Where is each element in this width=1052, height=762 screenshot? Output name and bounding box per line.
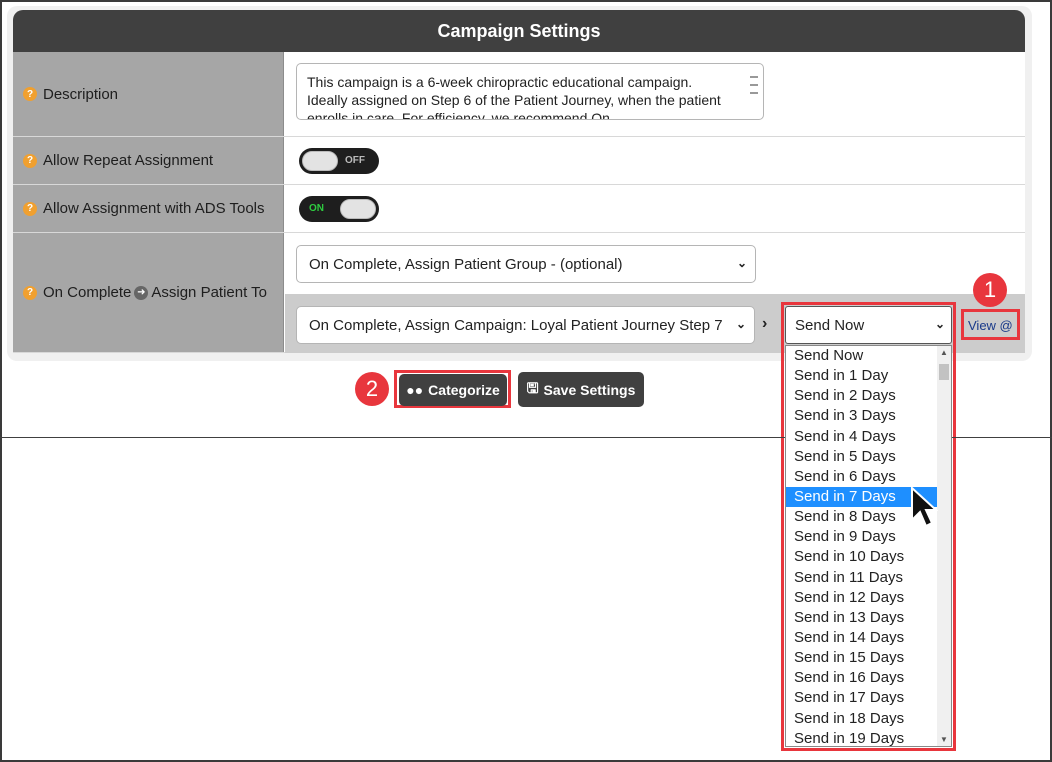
on-complete-label-1: On Complete [43, 284, 132, 301]
categorize-label: Categorize [428, 382, 500, 398]
cubes-icon: ●● [406, 382, 424, 398]
dropdown-option[interactable]: Send in 12 Days [786, 588, 938, 608]
repeat-toggle[interactable]: OFF [299, 148, 379, 174]
description-textarea[interactable]: This campaign is a 6-week chiropractic e… [296, 63, 764, 120]
send-timing-options[interactable]: Send Now Send in 1 Day Send in 2 Days Send … [785, 345, 952, 747]
ads-label-cell: ? Allow Assignment with ADS Tools [13, 185, 284, 232]
description-label-cell: ? Description [13, 52, 284, 136]
categorize-button[interactable]: ●● Categorize [399, 374, 507, 406]
dropdown-option[interactable]: Send in 4 Days [786, 427, 938, 447]
on-complete-label-cell: ? On Complete ➜ Assign Patient To [13, 233, 284, 352]
toggle-knob [302, 151, 338, 171]
dropdown-option[interactable]: Send in 19 Days [786, 729, 938, 746]
help-icon[interactable]: ? [23, 285, 37, 300]
description-text: This campaign is a 6-week chiropractic e… [307, 74, 721, 120]
dropdown-option[interactable]: Send in 14 Days [786, 628, 938, 648]
description-label: Description [43, 85, 119, 103]
patient-group-value: On Complete, Assign Patient Group - (opt… [309, 255, 623, 273]
dropdown-option[interactable]: Send Now [786, 346, 938, 366]
campaign-select[interactable]: On Complete, Assign Campaign: Loyal Pati… [296, 306, 755, 344]
chevron-right-icon: › [762, 315, 768, 332]
textarea-scrollbar[interactable] [748, 70, 760, 110]
dropdown-option[interactable]: Send in 6 Days [786, 467, 938, 487]
ads-row: ? Allow Assignment with ADS Tools ON [13, 185, 1025, 233]
mouse-pointer-icon [911, 486, 938, 528]
highlight-view-link [961, 309, 1020, 340]
scroll-down-icon[interactable]: ▼ [940, 735, 948, 744]
help-icon[interactable]: ? [23, 87, 37, 101]
description-row: ? Description This campaign is a 6-week … [13, 52, 1025, 137]
dropdown-option[interactable]: Send in 17 Days [786, 688, 938, 708]
chevron-down-icon: ⌄ [736, 256, 747, 270]
panel-title: Campaign Settings [13, 10, 1025, 52]
ads-label: Allow Assignment with ADS Tools [43, 200, 265, 217]
dropdown-option[interactable]: Send in 15 Days [786, 648, 938, 668]
arrow-right-icon: ➜ [134, 285, 149, 300]
help-icon[interactable]: ? [23, 153, 37, 168]
dropdown-option[interactable]: Send in 11 Days [786, 568, 938, 588]
dropdown-option[interactable]: Send in 16 Days [786, 668, 938, 688]
dropdown-option[interactable]: Send in 2 Days [786, 386, 938, 406]
save-settings-button[interactable]: 🖫 Save Settings [518, 372, 644, 407]
chevron-down-icon: ⌄ [731, 317, 746, 331]
repeat-label: Allow Repeat Assignment [43, 152, 214, 169]
step-badge-2: 2 [355, 372, 389, 406]
dropdown-scrollbar[interactable]: ▲ ▼ [937, 346, 951, 746]
repeat-label-cell: ? Allow Repeat Assignment [13, 137, 284, 184]
dropdown-option[interactable]: Send in 18 Days [786, 709, 938, 729]
step-badge-1: 1 [973, 273, 1007, 307]
help-icon[interactable]: ? [23, 201, 37, 216]
dropdown-option[interactable]: Send in 9 Days [786, 527, 938, 547]
scroll-thumb[interactable] [939, 364, 949, 380]
scroll-up-icon[interactable]: ▲ [940, 348, 948, 357]
toggle-state: ON [309, 203, 324, 214]
dropdown-option[interactable]: Send in 10 Days [786, 547, 938, 567]
campaign-value: On Complete, Assign Campaign: Loyal Pati… [309, 316, 723, 334]
dropdown-option[interactable]: Send in 1 Day [786, 366, 938, 386]
repeat-row: ? Allow Repeat Assignment OFF [13, 137, 1025, 185]
toggle-knob [340, 199, 376, 219]
patient-group-select[interactable]: On Complete, Assign Patient Group - (opt… [296, 245, 756, 283]
dropdown-option[interactable]: Send in 3 Days [786, 406, 938, 426]
save-icon: 🖫 [526, 379, 539, 396]
ads-toggle[interactable]: ON [299, 196, 379, 222]
dropdown-option[interactable]: Send in 13 Days [786, 608, 938, 628]
dropdown-option[interactable]: Send in 5 Days [786, 447, 938, 467]
on-complete-label-2: Assign Patient To [151, 284, 268, 301]
save-label: Save Settings [543, 381, 636, 398]
toggle-state: OFF [345, 155, 365, 166]
